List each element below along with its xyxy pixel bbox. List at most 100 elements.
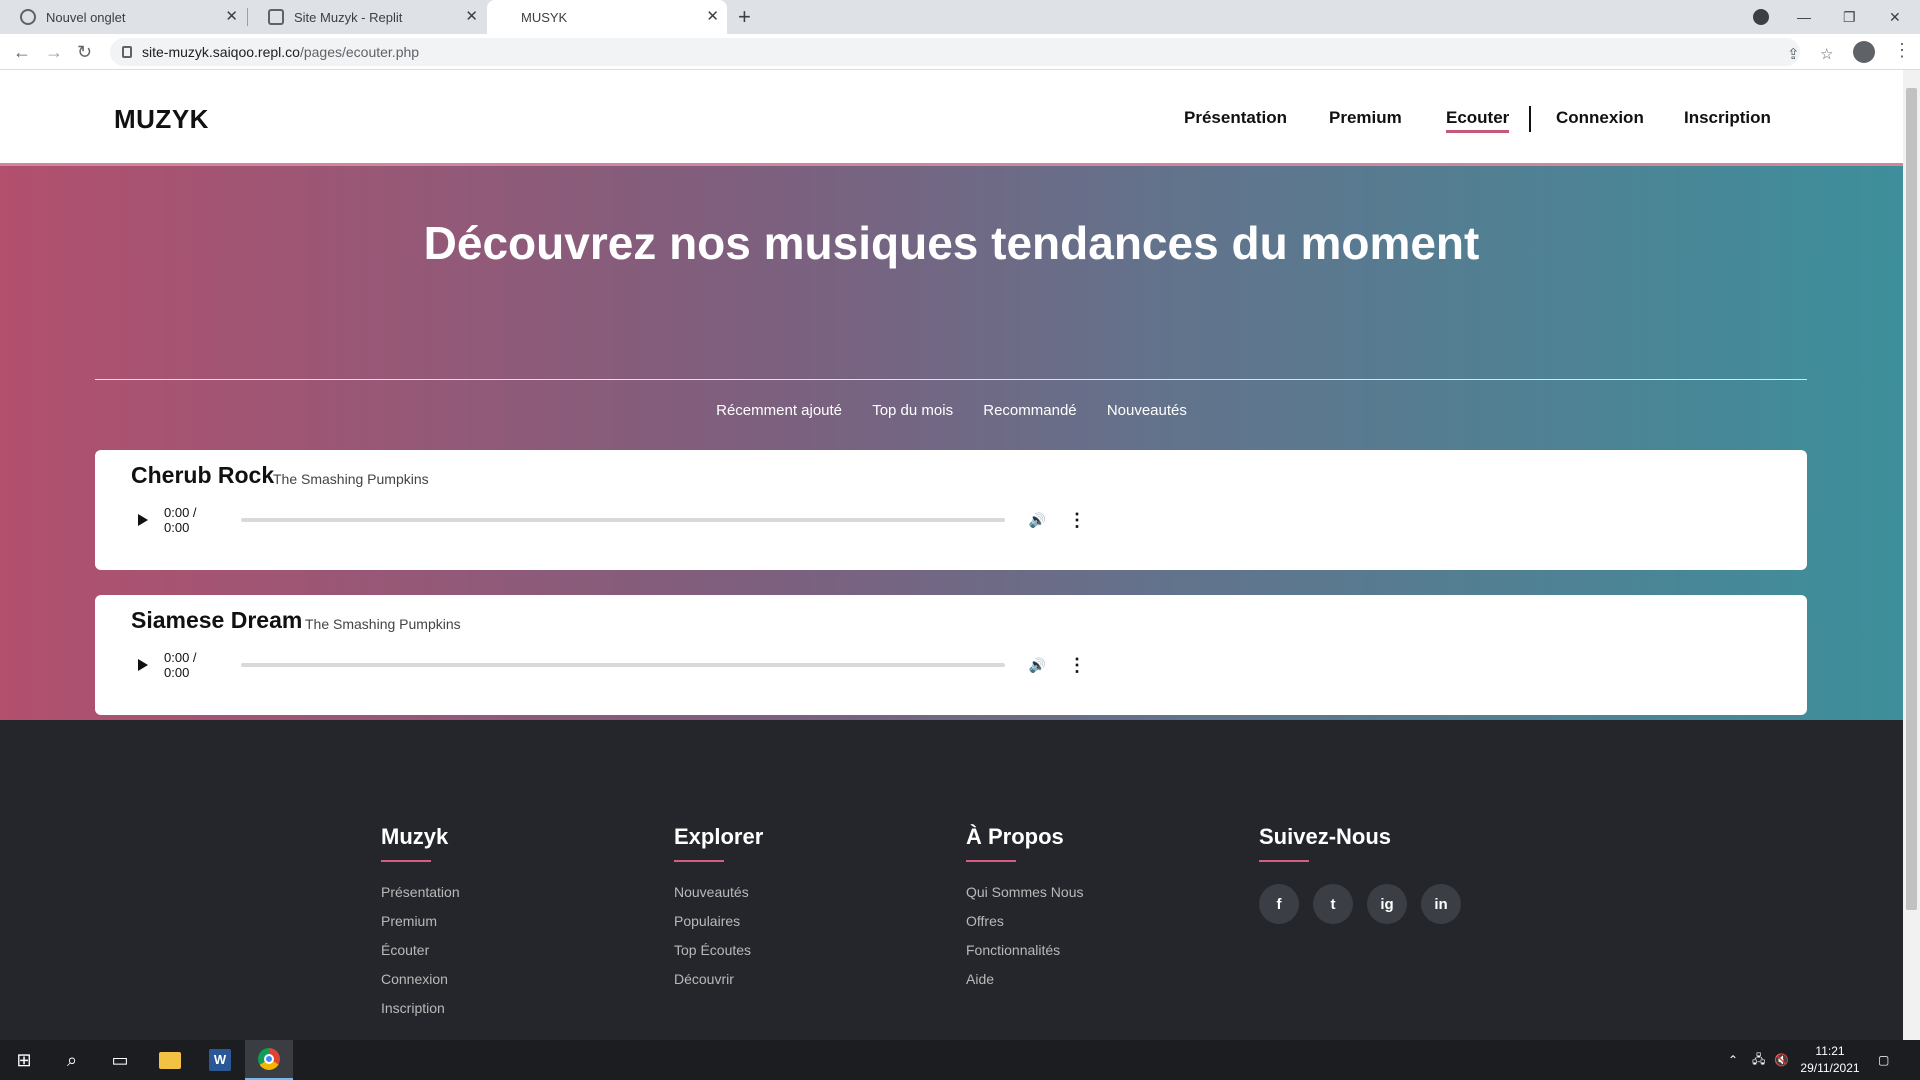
close-icon[interactable]: ✕ (465, 9, 478, 25)
footer-link[interactable]: Premium (381, 913, 631, 929)
nav-inscription[interactable]: Inscription (1684, 108, 1771, 128)
footer-column-a-propos: À Propos Qui Sommes Nous Offres Fonction… (966, 824, 1216, 1000)
track-title: Siamese Dream (131, 607, 303, 633)
new-tab-plus-icon[interactable]: + (738, 5, 751, 29)
tab-label: MUSYK (521, 9, 568, 25)
linkedin-icon[interactable]: in (1421, 884, 1461, 924)
page-viewport: MUZYK Présentation Premium Ecouter Conne… (0, 70, 1903, 1040)
restore-icon[interactable]: ❐ (1843, 0, 1856, 34)
footer-column-muzyk: Muzyk Présentation Premium Écouter Conne… (381, 824, 631, 1029)
nav-presentation[interactable]: Présentation (1184, 108, 1287, 128)
window-close-icon[interactable]: ✕ (1889, 0, 1901, 34)
twitter-icon[interactable]: t (1313, 884, 1353, 924)
tab-new-tab[interactable]: Nouvel onglet ✕ (0, 0, 246, 34)
footer-link[interactable]: Écouter (381, 942, 631, 958)
nav-divider (1529, 106, 1531, 132)
nav-connexion[interactable]: Connexion (1556, 108, 1644, 128)
file-explorer-icon[interactable] (146, 1040, 194, 1080)
footer-link[interactable]: Découvrir (674, 971, 924, 987)
filter-recent[interactable]: Récemment ajouté (716, 402, 842, 419)
tray-chevron-icon[interactable]: ⌃ (1728, 1040, 1738, 1080)
hero-section: Découvrez nos musiques tendances du mome… (0, 166, 1903, 720)
profile-avatar-icon[interactable] (1853, 41, 1875, 63)
browser-menu-icon[interactable]: ⋮ (1893, 40, 1911, 61)
divider (95, 379, 1807, 380)
chrome-taskbar-icon[interactable] (245, 1040, 293, 1080)
footer-link[interactable]: Nouveautés (674, 884, 924, 900)
minimize-icon[interactable]: — (1797, 0, 1811, 34)
address-bar[interactable]: site-muzyk.saiqoo.repl.co/pages/ecouter.… (110, 38, 1833, 66)
footer-link[interactable]: Inscription (381, 1000, 631, 1016)
footer-link[interactable]: Top Écoutes (674, 942, 924, 958)
search-icon[interactable]: ⌕ (60, 1048, 84, 1072)
tab-musyk-active[interactable]: MUSYK ✕ (487, 0, 727, 34)
windows-taskbar: ⊞ ⌕ ▭ W ⌃ 🖧 🔇 11:21 29/11/2021 ▢ (0, 1040, 1920, 1080)
facebook-icon[interactable]: f (1259, 884, 1299, 924)
browser-tab-bar: Nouvel onglet ✕ Site Muzyk - Replit ✕ MU… (0, 0, 1920, 34)
taskbar-clock[interactable]: 11:21 29/11/2021 (1790, 1043, 1870, 1077)
footer-heading-underline (674, 860, 724, 862)
url-path: /pages/ecouter.php (299, 44, 420, 60)
notifications-icon[interactable]: ▢ (1878, 1040, 1889, 1080)
filter-top-month[interactable]: Top du mois (872, 402, 953, 419)
chrome-icon (20, 9, 36, 25)
network-icon[interactable]: 🖧 (1752, 1040, 1765, 1080)
bookmark-star-icon[interactable]: ☆ (1820, 45, 1833, 63)
scrollbar-thumb[interactable] (1906, 88, 1917, 910)
tab-replit[interactable]: Site Muzyk - Replit ✕ (248, 0, 486, 34)
page-title: Découvrez nos musiques tendances du mome… (423, 217, 1480, 269)
forward-arrow-icon[interactable]: → (45, 42, 63, 62)
footer-link[interactable]: Qui Sommes Nous (966, 884, 1216, 900)
instagram-icon[interactable]: ig (1367, 884, 1407, 924)
footer-link[interactable]: Connexion (381, 971, 631, 987)
windows-start-icon[interactable]: ⊞ (12, 1048, 36, 1072)
filter-recommended[interactable]: Recommandé (983, 402, 1076, 419)
footer-heading-underline (1259, 860, 1309, 862)
audio-time: 0:00 / 0:00 (164, 650, 197, 680)
footer-heading: À Propos (966, 824, 1064, 849)
tab-label: Nouvel onglet (46, 9, 126, 25)
footer-link[interactable]: Aide (966, 971, 1216, 987)
audio-time: 0:00 / 0:00 (164, 505, 197, 535)
audio-progress-bar[interactable] (240, 663, 1005, 667)
track-card: Siamese Dream The Smashing Pumpkins 0:00… (95, 595, 1807, 715)
footer-column-suivez-nous: Suivez-Nous f t ig in (1259, 824, 1509, 924)
site-footer: Muzyk Présentation Premium Écouter Conne… (0, 720, 1903, 1040)
filter-tabs: Récemment ajouté Top du mois Recommandé … (0, 402, 1903, 419)
nav-premium[interactable]: Premium (1329, 108, 1402, 128)
site-header: MUZYK Présentation Premium Ecouter Conne… (0, 70, 1903, 166)
more-options-icon[interactable]: ⋮ (1068, 510, 1086, 531)
footer-heading: Muzyk (381, 824, 449, 849)
volume-muted-icon[interactable]: 🔇 (1774, 1040, 1789, 1080)
clock-time: 11:21 (1815, 1044, 1845, 1058)
back-arrow-icon[interactable]: ← (13, 42, 31, 62)
word-icon[interactable]: W (196, 1040, 244, 1080)
track-card: Cherub Rock The Smashing Pumpkins 0:00 /… (95, 450, 1807, 570)
play-icon[interactable] (138, 659, 148, 671)
footer-link[interactable]: Offres (966, 913, 1216, 929)
tab-search-icon[interactable] (1753, 9, 1769, 25)
close-icon[interactable]: ✕ (706, 9, 719, 25)
footer-link[interactable]: Présentation (381, 884, 631, 900)
lock-icon[interactable] (122, 46, 132, 58)
reload-icon[interactable]: ↻ (77, 42, 92, 62)
footer-link[interactable]: Fonctionnalités (966, 942, 1216, 958)
volume-icon[interactable]: 🔊 (1029, 512, 1046, 529)
footer-heading: Explorer (674, 824, 764, 849)
replit-icon (268, 9, 284, 25)
play-icon[interactable] (138, 514, 148, 526)
share-icon[interactable]: ⇪ (1787, 45, 1800, 63)
nav-ecouter[interactable]: Ecouter (1446, 108, 1510, 133)
audio-player: 0:00 / 0:00 🔊 ⋮ (131, 505, 1086, 535)
footer-link[interactable]: Populaires (674, 913, 924, 929)
filter-new[interactable]: Nouveautés (1107, 402, 1187, 419)
site-logo[interactable]: MUZYK (114, 104, 209, 135)
task-view-icon[interactable]: ▭ (108, 1048, 132, 1072)
footer-heading: Suivez-Nous (1259, 824, 1392, 849)
volume-icon[interactable]: 🔊 (1029, 657, 1046, 674)
track-artist: The Smashing Pumpkins (273, 471, 429, 487)
footer-column-explorer: Explorer Nouveautés Populaires Top Écout… (674, 824, 924, 1000)
close-icon[interactable]: ✕ (225, 9, 238, 25)
more-options-icon[interactable]: ⋮ (1068, 655, 1086, 676)
audio-progress-bar[interactable] (240, 518, 1005, 522)
